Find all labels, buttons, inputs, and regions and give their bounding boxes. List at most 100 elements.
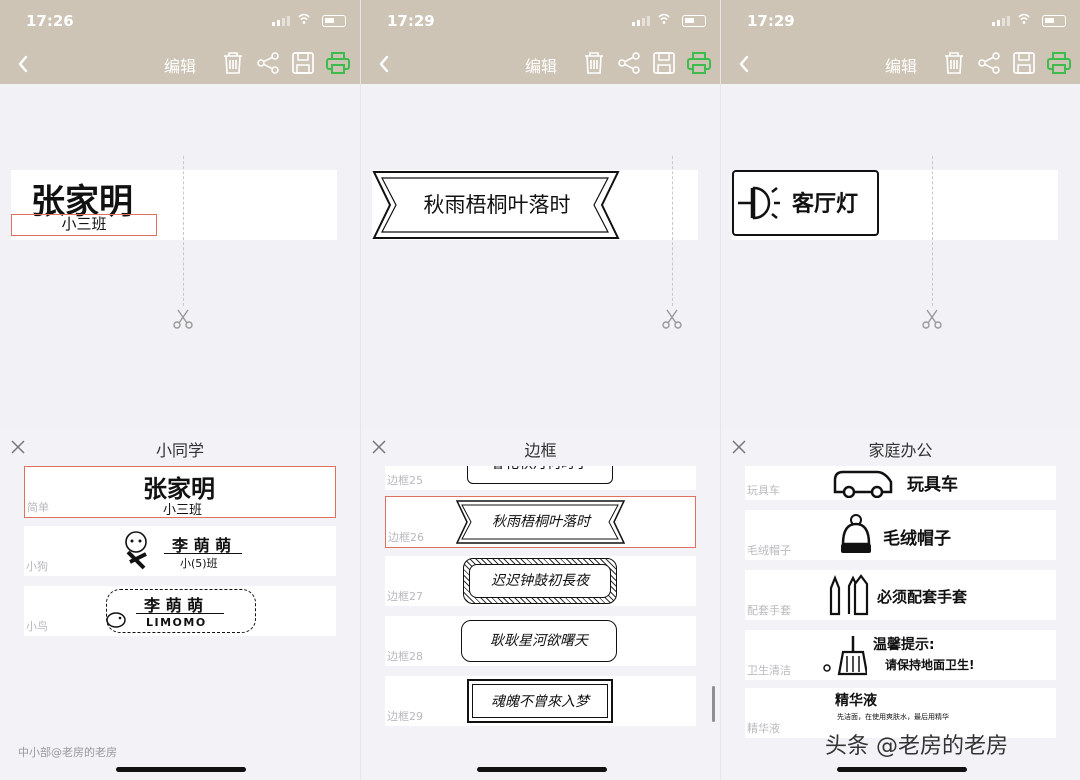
template-tag: 玩具车 — [747, 484, 780, 497]
cut-line — [183, 156, 184, 306]
signal-icon — [992, 16, 1010, 26]
template-line2: 小三班 — [163, 503, 203, 518]
template-item[interactable]: 李 萌 萌 LIMOMO 小鸟 — [24, 586, 336, 636]
label-canvas: 秋雨梧桐叶落时 — [361, 84, 720, 430]
template-sheet: 小同学 张家明 小三班 简单 李 萌 萌 小(5)班 小狗 李 萌 萌 LIMO… — [0, 430, 360, 780]
template-tag: 配套手套 — [747, 604, 791, 617]
template-item[interactable]: 魂魄不曾來入梦 边框29 — [385, 676, 696, 726]
template-tag: 边框26 — [388, 531, 424, 544]
sheet-title: 小同学 — [155, 441, 204, 460]
template-text: 精华液 — [835, 693, 877, 709]
toolbar: 编辑 — [721, 44, 1080, 84]
cut-line — [932, 156, 933, 306]
label-preview[interactable]: 张家明 小三班 — [11, 170, 337, 240]
template-tag: 边框25 — [387, 474, 423, 487]
trash-icon[interactable] — [581, 50, 607, 76]
edit-button[interactable]: 编辑 — [164, 53, 196, 77]
template-tag: 边框29 — [387, 710, 423, 723]
back-icon[interactable] — [735, 52, 755, 76]
template-tag: 精华液 — [747, 722, 780, 735]
share-icon[interactable] — [976, 50, 1002, 76]
share-icon[interactable] — [255, 50, 281, 76]
template-item[interactable]: 必须配套手套 配套手套 — [745, 570, 1056, 620]
template-text: 春花秋月何时了 — [467, 466, 613, 484]
wifi-icon — [658, 13, 670, 24]
save-icon[interactable] — [1011, 50, 1037, 76]
status-bar: 17:29 — [721, 0, 1080, 44]
back-icon[interactable] — [375, 52, 395, 76]
template-text: 魂魄不曾來入梦 — [491, 694, 589, 710]
label-preview[interactable]: 秋雨梧桐叶落时 — [372, 170, 698, 240]
template-sheet: 边框 春花秋月何时了 边框25 秋雨梧桐叶落时 边框26 迟迟钟鼓初長夜 边框2… — [361, 430, 720, 780]
print-icon[interactable] — [1046, 50, 1072, 76]
template-text: 毛绒帽子 — [883, 529, 951, 549]
sheet-title: 边框 — [524, 441, 557, 460]
template-item[interactable]: 玩具车 玩具车 — [745, 466, 1056, 500]
sheet-title: 家庭办公 — [868, 441, 933, 460]
template-list: 春花秋月何时了 边框25 秋雨梧桐叶落时 边框26 迟迟钟鼓初長夜 边框27 耿… — [385, 466, 696, 752]
template-tag: 小狗 — [26, 560, 48, 573]
print-icon[interactable] — [325, 50, 351, 76]
template-text: 玩具车 — [907, 475, 958, 495]
template-text: 迟迟钟鼓初長夜 — [469, 564, 611, 598]
wifi-icon — [1018, 13, 1030, 24]
watermark-right: 头条 @老房的老房 — [825, 734, 1008, 759]
trash-icon[interactable] — [220, 50, 246, 76]
template-text: 温馨提示: — [873, 637, 935, 653]
watermark-left: 中小部@老房的老房 — [18, 746, 117, 759]
template-text-sub: 请保持地面卫生! — [885, 658, 975, 672]
template-item[interactable]: 迟迟钟鼓初長夜 边框27 — [385, 556, 696, 606]
toolbar: 编辑 — [0, 44, 360, 84]
template-item[interactable]: 毛绒帽子 毛绒帽子 — [745, 510, 1056, 560]
label-class-text[interactable]: 小三班 — [11, 214, 157, 236]
template-text: 耿耿星河欲曙天 — [490, 633, 588, 649]
share-icon[interactable] — [616, 50, 642, 76]
back-icon[interactable] — [14, 52, 34, 76]
template-tag: 毛绒帽子 — [747, 544, 791, 557]
template-line2: LIMOMO — [146, 616, 207, 629]
template-tag: 边框28 — [387, 650, 423, 663]
battery-icon — [1042, 15, 1066, 27]
label-canvas: 客厅灯 — [721, 84, 1080, 430]
edit-button[interactable]: 编辑 — [525, 53, 557, 77]
screen-1: 17:26 编辑 张家明 小三班 小同学 张家明 小三班 简单 李 萌 萌 小(… — [0, 0, 360, 780]
edit-button[interactable]: 编辑 — [885, 53, 917, 77]
template-text-sub: 先洁面，在使用爽肤水，最后用精华 — [837, 713, 949, 721]
save-icon[interactable] — [290, 50, 316, 76]
signal-icon — [272, 16, 290, 26]
template-text: 必须配套手套 — [877, 588, 968, 606]
lamp-icon — [738, 186, 780, 220]
template-item[interactable]: 温馨提示: 请保持地面卫生! 卫生清洁 — [745, 630, 1056, 680]
toolbar: 编辑 — [361, 44, 720, 84]
label-text[interactable]: 秋雨梧桐叶落时 — [372, 189, 622, 219]
screen-3: 17:29 编辑 客厅灯 家庭办公 玩具车 玩具车 毛绒帽子 毛绒帽子 必须配套… — [720, 0, 1080, 780]
signal-icon — [632, 16, 650, 26]
label-text[interactable]: 客厅灯 — [792, 186, 858, 218]
cut-line — [672, 156, 673, 306]
template-item[interactable]: 秋雨梧桐叶落时 边框26 — [385, 496, 696, 548]
broom-icon — [823, 636, 867, 676]
template-item[interactable]: 耿耿星河欲曙天 边框28 — [385, 616, 696, 666]
print-icon[interactable] — [686, 50, 712, 76]
home-indicator — [116, 767, 246, 772]
template-list: 张家明 小三班 简单 李 萌 萌 小(5)班 小狗 李 萌 萌 LIMOMO 小… — [24, 466, 336, 752]
scrollbar[interactable] — [712, 686, 715, 722]
template-item[interactable]: 李 萌 萌 小(5)班 小狗 — [24, 526, 336, 576]
template-text: 秋雨梧桐叶落时 — [492, 514, 590, 530]
scissors-icon — [922, 309, 942, 329]
template-item[interactable]: 春花秋月何时了 边框25 — [385, 466, 696, 490]
status-time: 17:26 — [26, 12, 74, 30]
template-tag: 简单 — [27, 501, 49, 514]
status-bar: 17:29 — [361, 0, 720, 44]
save-icon[interactable] — [651, 50, 677, 76]
scissors-icon — [662, 309, 682, 329]
template-item[interactable]: 张家明 小三班 简单 — [24, 466, 336, 518]
battery-icon — [322, 15, 346, 27]
home-indicator — [837, 767, 967, 772]
home-indicator — [477, 767, 607, 772]
label-preview[interactable]: 客厅灯 — [732, 170, 1058, 240]
trash-icon[interactable] — [941, 50, 967, 76]
template-tag: 小鸟 — [26, 620, 48, 633]
gloves-icon — [829, 574, 869, 616]
status-time: 17:29 — [747, 12, 795, 30]
